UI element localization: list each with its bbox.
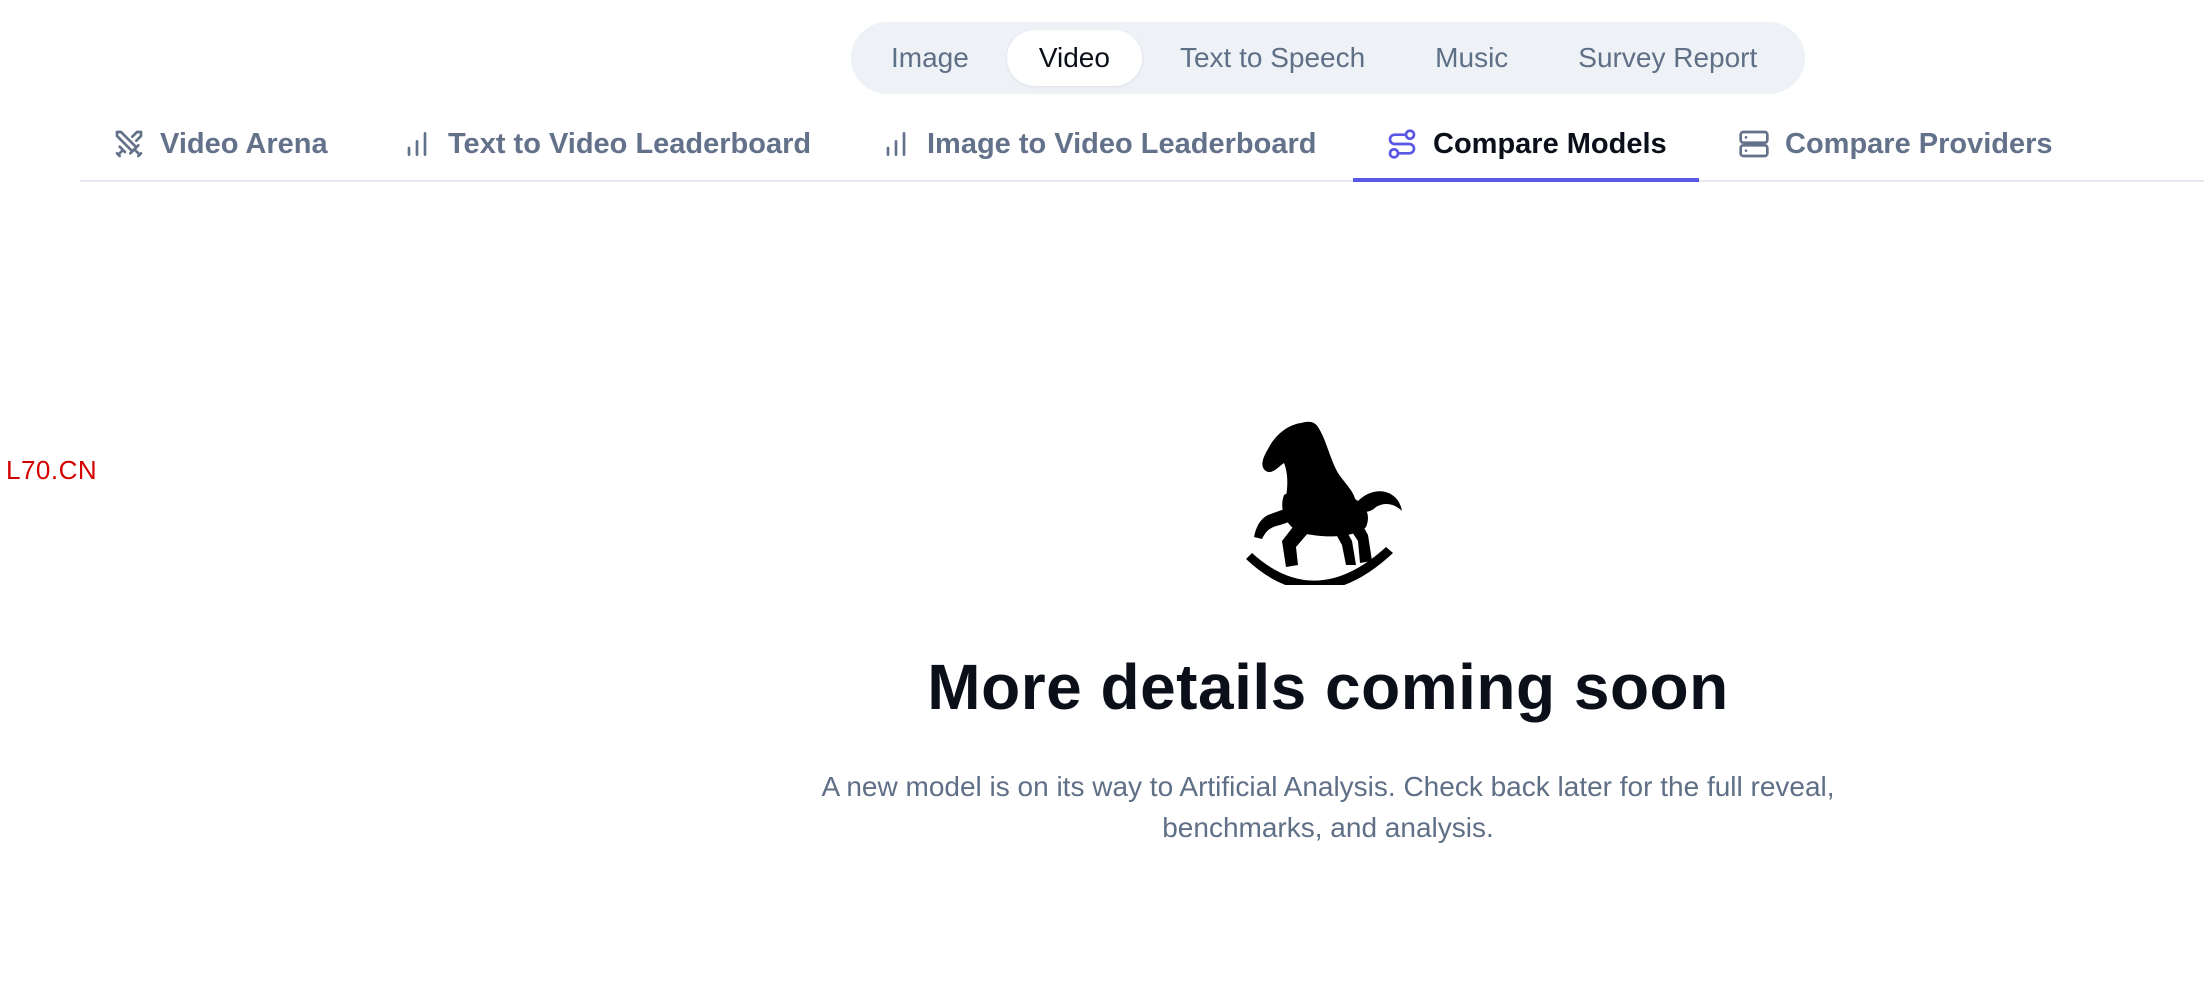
watermark-text: L70.CN — [6, 455, 98, 485]
page: Image Video Text to Speech Music Survey … — [0, 0, 2204, 1002]
category-text-to-speech-button[interactable]: Text to Speech — [1148, 30, 1397, 86]
category-image-button[interactable]: Image — [859, 30, 1001, 86]
tab-compare-models[interactable]: Compare Models — [1353, 108, 1699, 182]
coming-soon-description: A new model is on its way to Artificial … — [821, 771, 1835, 843]
tab-image-to-video-leaderboard[interactable]: Image to Video Leaderboard — [879, 108, 1316, 180]
bar-chart-icon — [400, 127, 434, 161]
tab-label: Text to Video Leaderboard — [448, 127, 812, 160]
category-video-button[interactable]: Video — [1006, 30, 1142, 86]
workflow-icon — [1385, 127, 1419, 161]
category-music-button[interactable]: Music — [1403, 30, 1540, 86]
rocking-horse-icon — [1246, 421, 1402, 585]
bar-chart-icon — [879, 127, 913, 161]
tab-label: Image to Video Leaderboard — [927, 127, 1317, 160]
tab-video-arena[interactable]: Video Arena — [112, 108, 328, 180]
tab-text-to-video-leaderboard[interactable]: Text to Video Leaderboard — [400, 108, 811, 180]
tab-label: Video Arena — [160, 127, 328, 160]
category-switcher: Image Video Text to Speech Music Survey … — [851, 22, 1805, 94]
tab-label: Compare Models — [1433, 127, 1667, 160]
server-icon — [1737, 127, 1771, 161]
tab-label: Compare Providers — [1785, 127, 2053, 160]
tab-compare-providers[interactable]: Compare Providers — [1737, 108, 2053, 180]
crossed-swords-icon — [112, 127, 146, 161]
category-survey-report-button[interactable]: Survey Report — [1546, 30, 1789, 86]
video-tab-bar: Video Arena Text to Video Leaderboard Im… — [80, 108, 2204, 182]
page-title: More details coming soon — [927, 651, 1729, 723]
